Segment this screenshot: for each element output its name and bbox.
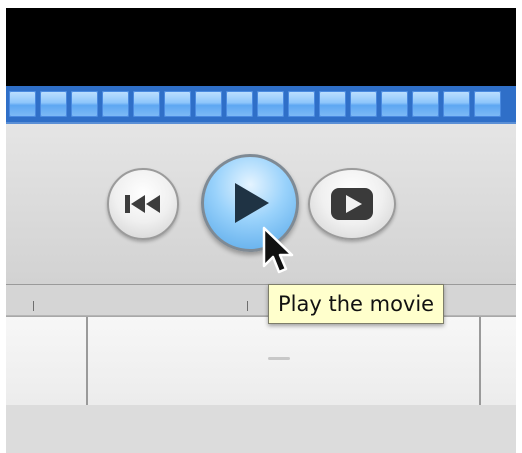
frame-cell — [9, 91, 36, 117]
rewind-to-start-icon — [123, 193, 163, 215]
playback-controls — [6, 124, 516, 285]
frame-cell — [350, 91, 377, 117]
frame-cell — [195, 91, 222, 117]
frame-cell — [102, 91, 129, 117]
imovie-window: Play the movie — [6, 8, 516, 453]
frame-cell — [164, 91, 191, 117]
frame-strip[interactable] — [6, 86, 516, 124]
ruler-tick — [247, 301, 248, 311]
video-viewer — [6, 8, 516, 86]
frame-cell — [133, 91, 160, 117]
play-fullscreen-icon — [329, 186, 375, 222]
frame-cell — [226, 91, 253, 117]
frame-cell — [257, 91, 284, 117]
frame-cell — [474, 91, 501, 117]
ruler-tick — [33, 301, 34, 311]
frame-cell — [319, 91, 346, 117]
play-tooltip: Play the movie — [268, 284, 445, 324]
frame-cell — [443, 91, 470, 117]
frame-cell — [412, 91, 439, 117]
frame-cell — [40, 91, 67, 117]
timeline-lower-area — [6, 405, 516, 453]
clip-track[interactable] — [6, 316, 516, 406]
clip-divider — [86, 317, 88, 405]
clip-mark — [268, 357, 290, 360]
clip-divider — [479, 317, 481, 405]
frame-cell — [288, 91, 315, 117]
play-fullscreen-button[interactable] — [308, 168, 396, 240]
frame-cell — [381, 91, 408, 117]
rewind-button[interactable] — [107, 168, 179, 240]
frame-cell — [71, 91, 98, 117]
play-icon — [229, 181, 271, 225]
mouse-pointer-icon — [262, 226, 294, 280]
